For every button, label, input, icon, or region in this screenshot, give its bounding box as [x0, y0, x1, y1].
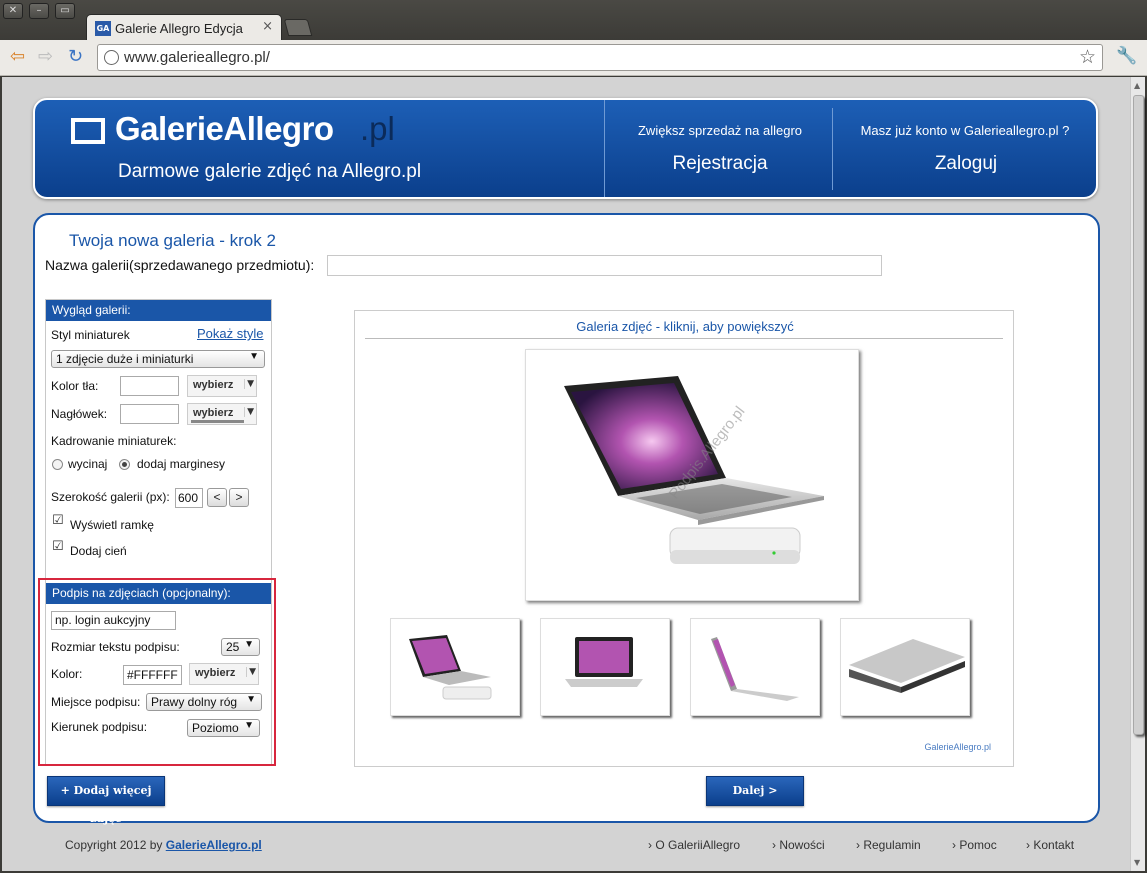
preview-title: Galeria zdjęć - kliknij, aby powiększyć — [576, 319, 794, 334]
footer-link-label: Pomoc — [959, 838, 997, 852]
login-hint: Masz już konto w Galerieallegro.pl ? — [860, 123, 1070, 138]
header-color-picker[interactable]: wybierz ▼ — [187, 403, 257, 425]
logo-suffix: .pl — [360, 110, 395, 147]
width-increase-button[interactable]: > — [229, 488, 249, 507]
logo-frame-icon — [71, 118, 105, 144]
reload-icon[interactable]: ↻ — [68, 48, 83, 66]
add-more-photos-button[interactable]: + Dodaj więcej zdjęć — [47, 776, 165, 825]
thumbnail-2[interactable] — [540, 618, 670, 716]
footer-link-label: Nowości — [779, 838, 825, 852]
globe-icon — [104, 50, 119, 65]
forward-arrow-icon[interactable]: ⇨ — [38, 48, 53, 66]
browser-tab[interactable]: GA Galerie Allegro Edycja × — [86, 14, 282, 41]
color-swatch-bar — [191, 420, 244, 423]
footer-link-about[interactable]: › O GaleriiAllegro — [648, 838, 740, 852]
width-decrease-button[interactable]: < — [207, 488, 227, 507]
add-shadow-checkbox[interactable]: ☑ — [52, 540, 65, 554]
close-window-icon[interactable]: ✕ — [3, 3, 23, 19]
site-header: GalerieAllegro .pl Darmowe galerie zdjęć… — [33, 98, 1098, 199]
picker-label: wybierz — [193, 407, 234, 419]
site-tagline: Darmowe galerie zdjęć na Allegro.pl — [118, 161, 422, 182]
thumb-style-label: Styl miniaturek — [51, 328, 130, 342]
back-arrow-icon[interactable]: ⇦ — [10, 48, 25, 66]
thumbnail-3[interactable] — [690, 618, 820, 716]
gallery-name-label: Nazwa galerii(sprzedawanego przedmiotu): — [45, 257, 315, 273]
address-bar[interactable]: www.galerieallegro.pl/ ☆ — [97, 44, 1103, 71]
copyright-text: Copyright 2012 by — [65, 838, 166, 852]
show-frame-label: Wyświetl ramkę — [70, 518, 154, 532]
register-link[interactable]: Rejestracja — [609, 153, 831, 175]
logo-text[interactable]: GalerieAllegro — [115, 110, 334, 148]
copyright-link[interactable]: GalerieAllegro.pl — [166, 838, 262, 852]
header-divider — [604, 100, 605, 197]
chevron-down-icon: ▼ — [244, 379, 254, 389]
register-hint: Zwiększ sprzedaż na allegro — [637, 123, 803, 138]
footer-copyright: Copyright 2012 by GalerieAllegro.pl — [65, 838, 262, 852]
bookmark-star-icon[interactable]: ☆ — [1079, 46, 1096, 68]
gallery-preview: Galeria zdjęć - kliknij, aby powiększyć — [354, 310, 1014, 767]
crop-cut-label: wycinaj — [68, 457, 108, 471]
thumb-style-value: 1 zdjęcie duże i miniaturki — [56, 352, 194, 366]
laptop-thumbnail-icon — [711, 637, 799, 701]
scrollbar-thumb[interactable] — [1133, 95, 1144, 735]
footer-link-terms[interactable]: › Regulamin — [856, 838, 921, 852]
bg-color-label: Kolor tła: — [51, 379, 99, 393]
laptop-thumbnail-icon — [409, 635, 492, 700]
header-divider — [832, 108, 833, 190]
footer-link-contact[interactable]: › Kontakt — [1026, 838, 1074, 852]
footer-link-label: Kontakt — [1033, 838, 1075, 852]
minimize-window-icon[interactable]: – — [29, 3, 49, 19]
gallery-width-label: Szerokość galerii (px): — [51, 490, 170, 504]
crop-margin-label: dodaj marginesy — [137, 457, 226, 471]
maximize-window-icon[interactable]: ▭ — [55, 3, 75, 19]
caption-highlight-frame — [38, 578, 276, 766]
main-gallery-image[interactable]: Podpis.Allegro.pl — [525, 349, 859, 601]
login-link[interactable]: Zaloguj — [901, 153, 1031, 175]
appearance-heading: Wygląd galerii: — [46, 300, 271, 321]
gallery-watermark: GalerieAllegro.pl — [924, 742, 991, 752]
vertical-scrollbar[interactable]: ▲ ▼ — [1130, 77, 1145, 871]
browser-toolbar: ⇦ ⇨ ↻ www.galerieallegro.pl/ ☆ 🔧 — [0, 40, 1147, 76]
thumb-style-select[interactable]: 1 zdjęcie duże i miniaturki ▼ — [51, 350, 265, 368]
chevron-down-icon: ▼ — [244, 407, 254, 417]
crop-cut-radio[interactable] — [52, 459, 63, 470]
chevron-down-icon: ▼ — [249, 351, 259, 362]
next-step-button[interactable]: Dalej > — [706, 776, 804, 806]
window-titlebar: ✕ – ▭ GA Galerie Allegro Edycja × — [0, 0, 1147, 41]
crop-margin-radio[interactable] — [119, 459, 130, 470]
footer-link-news[interactable]: › Nowości — [772, 838, 825, 852]
bg-color-picker[interactable]: wybierz ▼ — [187, 375, 257, 397]
address-url[interactable]: www.galerieallegro.pl/ — [124, 49, 270, 66]
footer-link-label: Regulamin — [863, 838, 921, 852]
show-styles-link[interactable]: Pokaż style — [197, 326, 263, 341]
scroll-up-icon[interactable]: ▲ — [1134, 81, 1140, 90]
page-title: Twoja nowa galeria - krok 2 — [69, 231, 276, 250]
preview-divider — [365, 338, 1003, 339]
wrench-menu-icon[interactable]: 🔧 — [1116, 46, 1137, 66]
add-shadow-label: Dodaj cień — [70, 544, 127, 558]
laptop-illustration: Podpis.Allegro.pl — [564, 376, 824, 564]
gallery-width-input[interactable]: 600 — [175, 488, 203, 508]
bg-color-input[interactable] — [120, 376, 179, 396]
laptop-thumbnail-icon — [849, 639, 965, 693]
footer-link-help[interactable]: › Pomoc — [952, 838, 997, 852]
show-frame-checkbox[interactable]: ☑ — [52, 514, 65, 528]
thumbnail-1[interactable] — [390, 618, 520, 716]
header-color-input[interactable] — [120, 404, 179, 424]
header-color-label: Nagłówek: — [51, 407, 108, 421]
laptop-thumbnail-icon — [565, 637, 643, 687]
new-tab-button[interactable] — [283, 19, 313, 36]
tab-favicon-icon: GA — [95, 21, 111, 36]
footer-link-label: O GaleriiAllegro — [655, 838, 741, 852]
thumbnail-4[interactable] — [840, 618, 970, 716]
tab-close-icon[interactable]: × — [262, 19, 273, 34]
picker-label: wybierz — [193, 379, 234, 391]
tab-title: Galerie Allegro Edycja — [115, 21, 243, 36]
crop-label: Kadrowanie miniaturek: — [51, 434, 177, 448]
gallery-name-input[interactable] — [327, 255, 882, 276]
scroll-down-icon[interactable]: ▼ — [1134, 858, 1140, 867]
